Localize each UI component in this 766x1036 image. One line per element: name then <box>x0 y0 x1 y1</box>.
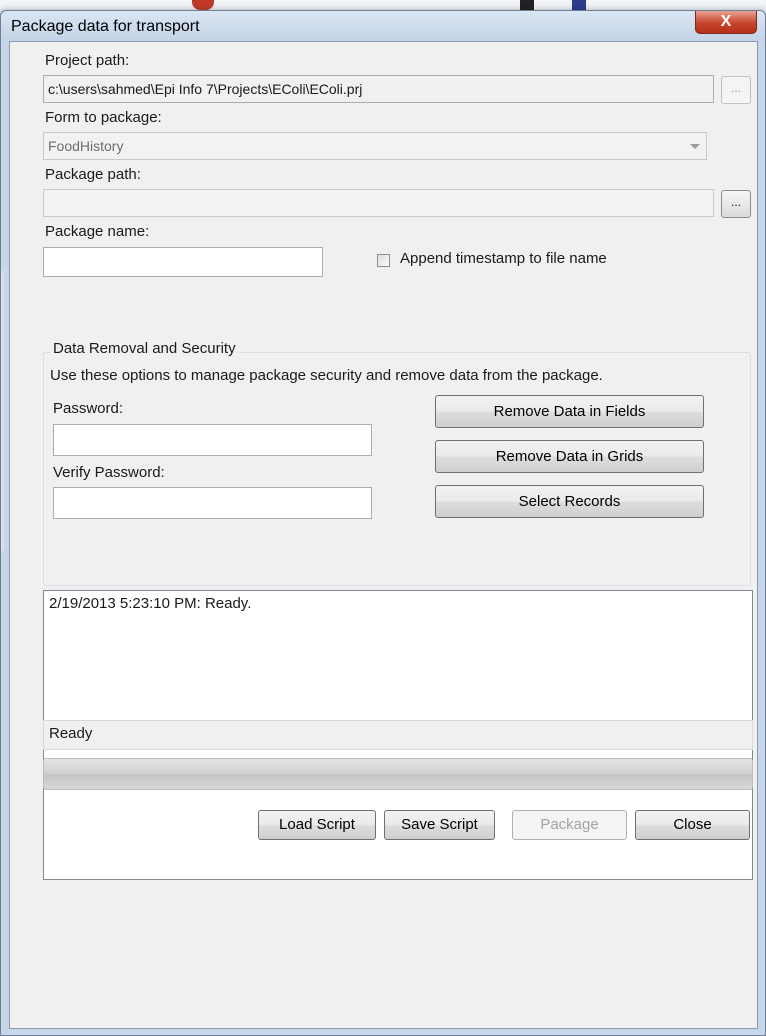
background-app-icon <box>192 0 214 10</box>
window-frame-edge <box>1 271 4 551</box>
security-description: Use these options to manage package secu… <box>50 367 603 384</box>
package-path-field[interactable] <box>43 189 714 217</box>
close-button[interactable]: Close <box>635 810 750 840</box>
security-group-title: Data Removal and Security <box>50 340 239 357</box>
package-dialog: Package data for transport X Project pat… <box>0 10 766 1036</box>
password-input[interactable] <box>53 424 372 456</box>
dialog-client-area: Project path: c:\users\sahmed\Epi Info 7… <box>9 41 758 1029</box>
window-close-button[interactable]: X <box>695 11 757 34</box>
window-title: Package data for transport <box>11 18 200 35</box>
append-timestamp-checkbox[interactable] <box>377 254 390 267</box>
package-button[interactable]: Package <box>512 810 627 840</box>
progress-bar <box>43 758 753 790</box>
project-path-field[interactable]: c:\users\sahmed\Epi Info 7\Projects\ECol… <box>43 75 714 103</box>
chevron-down-icon <box>690 144 700 149</box>
package-name-input[interactable] <box>43 247 323 277</box>
title-bar[interactable]: Package data for transport X <box>1 11 765 41</box>
save-script-button[interactable]: Save Script <box>384 810 495 840</box>
verify-password-input[interactable] <box>53 487 372 519</box>
append-timestamp-label[interactable]: Append timestamp to file name <box>400 250 607 267</box>
project-browse-button[interactable]: ... <box>721 76 751 104</box>
background-app-icon <box>572 0 586 10</box>
package-path-label: Package path: <box>45 166 141 183</box>
password-label: Password: <box>53 400 124 417</box>
verify-password-label: Verify Password: <box>53 464 165 481</box>
background-app-icon <box>520 0 534 10</box>
package-path-browse-button[interactable]: ... <box>721 190 751 218</box>
remove-data-fields-button[interactable]: Remove Data in Fields <box>435 395 704 428</box>
form-select-value: FoodHistory <box>48 138 124 154</box>
close-icon: X <box>720 13 732 30</box>
status-bar: Ready <box>43 720 753 750</box>
form-select[interactable]: FoodHistory <box>43 132 707 160</box>
log-line: 2/19/2013 5:23:10 PM: Ready. <box>49 595 252 612</box>
select-records-button[interactable]: Select Records <box>435 485 704 518</box>
form-to-package-label: Form to package: <box>45 109 162 126</box>
remove-data-grids-button[interactable]: Remove Data in Grids <box>435 440 704 473</box>
status-text: Ready <box>49 725 93 742</box>
project-path-label: Project path: <box>45 52 130 69</box>
package-name-label: Package name: <box>45 223 150 240</box>
load-script-button[interactable]: Load Script <box>258 810 376 840</box>
